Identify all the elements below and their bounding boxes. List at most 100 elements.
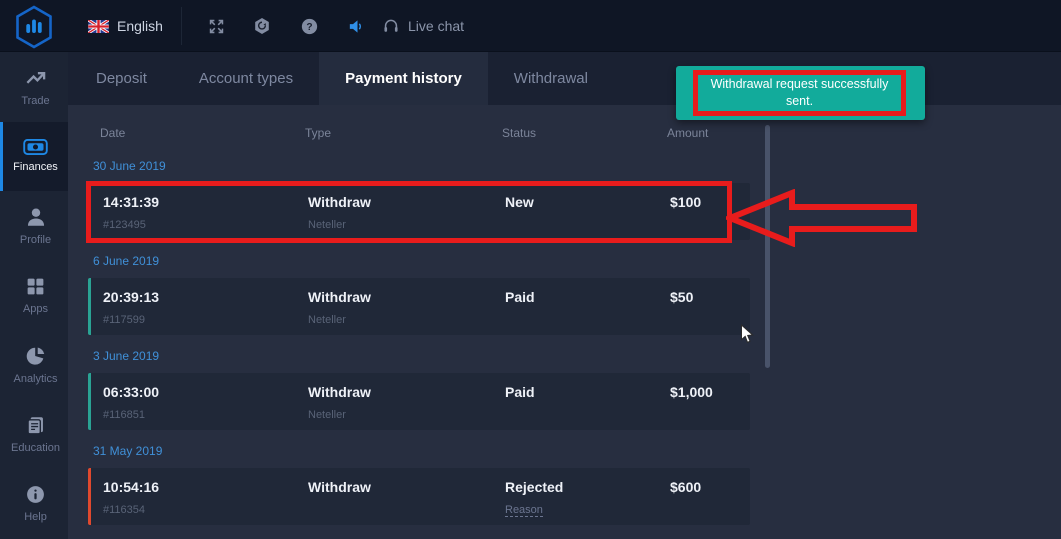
content-area: Date Type Status Amount 30 June 2019 14:3… [68, 105, 1061, 539]
headset-icon [383, 18, 399, 34]
sidebar-item-label: Help [24, 511, 47, 523]
row-status: New [505, 194, 534, 210]
row-ticket-id: #116851 [103, 409, 159, 421]
row-cell: Paid [505, 384, 535, 400]
education-icon [25, 415, 46, 436]
row-cell: 14:31:39 #123495 [103, 194, 159, 231]
row-type: Withdraw [308, 289, 371, 305]
row-amount: $1,000 [670, 384, 713, 400]
payment-history-table: Date Type Status Amount 30 June 2019 14:3… [86, 105, 754, 539]
hexagon-refresh-icon [254, 17, 270, 35]
column-header-status: Status [502, 126, 536, 140]
finances-icon [23, 139, 48, 155]
row-amount: $100 [670, 194, 701, 210]
row-cell: 20:39:13 #117599 [103, 289, 159, 326]
uk-flag-icon [88, 20, 109, 33]
date-group-label: 3 June 2019 [93, 349, 754, 363]
annotation-toast-highlight: Withdrawal request successfully sent. [693, 70, 906, 116]
row-cell: 10:54:16 #116354 [103, 479, 159, 516]
date-group-label: 6 June 2019 [93, 254, 754, 268]
sidebar-item-education[interactable]: Education [0, 400, 68, 470]
reason-link[interactable]: Reason [505, 504, 543, 517]
sidebar-item-label: Education [11, 442, 60, 454]
sidebar-item-label: Trade [21, 95, 49, 107]
language-label: English [117, 18, 163, 34]
payment-row[interactable]: 06:33:00 #116851 Withdraw Neteller Paid $1,00… [88, 373, 750, 430]
payment-row[interactable]: 10:54:16 #116354 Withdraw Rejected Reason $60… [88, 468, 750, 525]
app-logo[interactable] [14, 5, 56, 49]
row-time: 10:54:16 [103, 479, 159, 495]
sidebar-item-apps[interactable]: Apps [0, 261, 68, 331]
row-type: Withdraw [308, 384, 371, 400]
live-chat-button[interactable]: Live chat [383, 0, 464, 52]
app-window: English ? [0, 0, 1061, 539]
topbar-divider [181, 7, 182, 45]
row-cell: Withdraw Neteller [308, 289, 371, 326]
row-type: Withdraw [308, 479, 371, 495]
payment-row[interactable]: 14:31:39 #123495 Withdraw Neteller New $100 [88, 183, 750, 240]
row-type: Withdraw [308, 194, 371, 210]
toast-message: Withdrawal request successfully sent. [698, 76, 901, 111]
row-cell: $600 [670, 479, 701, 495]
row-time: 14:31:39 [103, 194, 159, 210]
row-status: Rejected [505, 479, 563, 495]
row-ticket-id: #123495 [103, 219, 159, 231]
fullscreen-button[interactable] [201, 0, 231, 52]
row-cell: Withdraw [308, 479, 371, 495]
logo-hexagon-chart-icon [14, 5, 54, 49]
row-ticket-id: #116354 [103, 504, 159, 516]
row-status: Paid [505, 384, 535, 400]
row-status: Paid [505, 289, 535, 305]
tab-withdrawal[interactable]: Withdrawal [488, 52, 614, 105]
tab-payment-history[interactable]: Payment history [319, 52, 488, 105]
table-header: Date Type Status Amount [86, 126, 754, 140]
column-header-amount: Amount [667, 126, 708, 140]
language-selector[interactable]: English [88, 0, 163, 52]
tab-account-types[interactable]: Account types [173, 52, 319, 105]
sidebar-item-label: Apps [23, 303, 48, 315]
speaker-icon [348, 19, 365, 34]
payment-row[interactable]: 20:39:13 #117599 Withdraw Neteller Paid $50 [88, 278, 750, 335]
live-chat-label: Live chat [408, 18, 464, 34]
help-icon [25, 484, 46, 505]
apps-icon [25, 276, 46, 297]
row-ticket-id: #117599 [103, 314, 159, 326]
date-group-label: 31 May 2019 [93, 444, 754, 458]
sidebar-item-finances[interactable]: Finances [0, 122, 68, 192]
tab-deposit[interactable]: Deposit [70, 52, 173, 105]
table-body: 30 June 2019 14:31:39 #123495 Withdraw Netel… [86, 159, 754, 525]
sidebar-item-label: Analytics [13, 373, 57, 385]
row-time: 20:39:13 [103, 289, 159, 305]
fullscreen-icon [208, 18, 225, 35]
sidebar-item-help[interactable]: Help [0, 469, 68, 539]
sidebar-item-analytics[interactable]: Analytics [0, 330, 68, 400]
row-cell: New [505, 194, 534, 210]
row-method: Neteller [308, 314, 371, 326]
date-group-label: 30 June 2019 [93, 159, 754, 173]
row-cell: $1,000 [670, 384, 713, 400]
row-time: 06:33:00 [103, 384, 159, 400]
row-cell: Withdraw Neteller [308, 194, 371, 231]
column-header-type: Type [305, 126, 331, 140]
profile-icon [25, 206, 47, 228]
row-method: Neteller [308, 409, 371, 421]
platform-hexagon-button[interactable] [247, 0, 277, 52]
column-header-date: Date [100, 126, 125, 140]
sound-button[interactable] [341, 0, 371, 52]
scrollbar[interactable] [765, 125, 770, 368]
sidebar-item-trade[interactable]: Trade [0, 52, 68, 122]
sidebar-item-label: Profile [20, 234, 51, 246]
row-cell: Paid [505, 289, 535, 305]
row-cell: $50 [670, 289, 693, 305]
row-cell: 06:33:00 #116851 [103, 384, 159, 421]
toast-notification: Withdrawal request successfully sent. [676, 66, 925, 120]
svg-text:?: ? [306, 22, 312, 33]
analytics-icon [25, 345, 47, 367]
row-amount: $600 [670, 479, 701, 495]
reason-link[interactable]: Reason [505, 504, 563, 516]
sidebar-item-label: Finances [13, 161, 58, 173]
help-question-button[interactable]: ? [294, 0, 324, 52]
row-cell: $100 [670, 194, 701, 210]
sidebar-item-profile[interactable]: Profile [0, 191, 68, 261]
row-method: Neteller [308, 219, 371, 231]
